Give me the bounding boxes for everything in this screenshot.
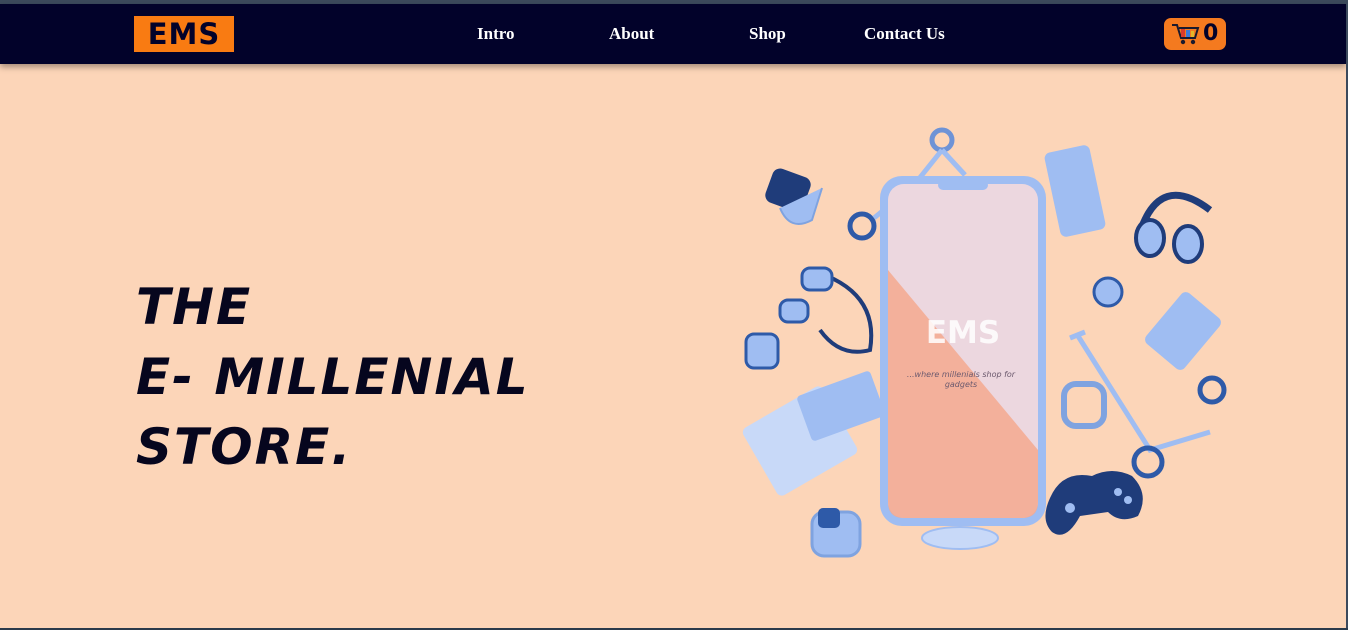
site-logo[interactable]: EMS bbox=[134, 16, 234, 52]
headphones-icon bbox=[1134, 191, 1213, 264]
smartwatch-icon bbox=[1061, 381, 1107, 429]
smartwatch-icon bbox=[810, 508, 862, 558]
tablet-icon bbox=[1145, 292, 1221, 370]
earphones-icon bbox=[778, 266, 874, 354]
nav-link-contact[interactable]: Contact Us bbox=[864, 24, 945, 44]
shopping-cart-icon bbox=[1172, 24, 1200, 45]
nav-link-intro[interactable]: Intro bbox=[477, 24, 514, 44]
cart-count: 0 bbox=[1203, 21, 1219, 46]
game-controller-icon bbox=[1045, 471, 1143, 535]
mouse-icon bbox=[921, 526, 999, 550]
nav-link-shop[interactable]: Shop bbox=[749, 24, 786, 44]
phone-screen-logo: EMS bbox=[925, 315, 1001, 351]
smartwatch-icon bbox=[744, 332, 780, 370]
navbar: EMS Intro About Shop Contact Us 0 bbox=[0, 4, 1346, 64]
tablet-icon bbox=[1044, 145, 1106, 237]
nav-link-about[interactable]: About bbox=[609, 24, 654, 44]
cart-button[interactable]: 0 bbox=[1164, 18, 1226, 50]
hero-title: THE E- MILLENIAL STORE. bbox=[136, 272, 530, 482]
scooter-icon bbox=[1069, 329, 1227, 479]
keyboard-icon bbox=[742, 371, 885, 496]
hero-title-line: STORE. bbox=[136, 418, 353, 476]
hero-title-line: E- MILLENIAL bbox=[136, 348, 530, 406]
hero-title-line: THE bbox=[136, 278, 253, 336]
phone-screen-tagline: ...where millenials shop for gadgets bbox=[906, 370, 1016, 389]
earbud-icon bbox=[1092, 276, 1124, 308]
smartwatch-icon bbox=[765, 168, 823, 225]
